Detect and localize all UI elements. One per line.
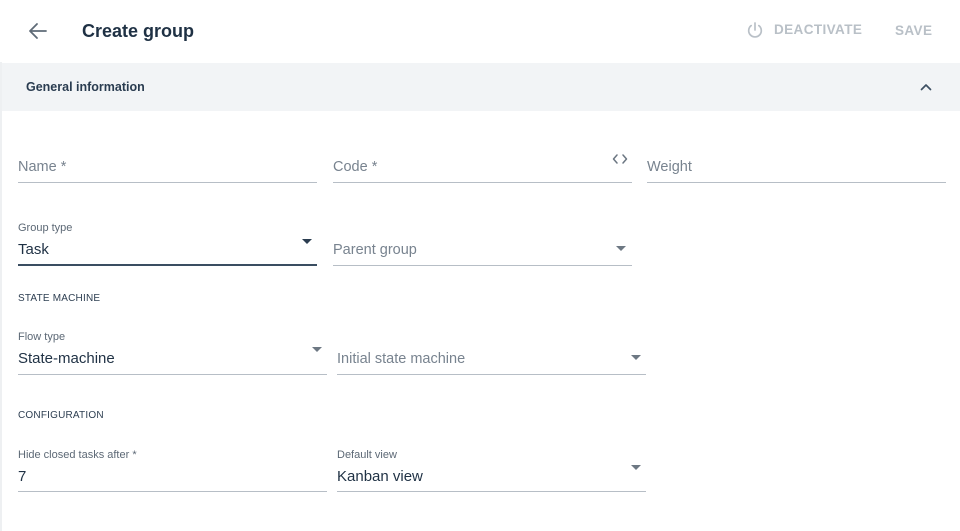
group-type-underline [18, 264, 317, 266]
chevron-down-icon [616, 246, 626, 251]
group-type-label: Group type [18, 222, 73, 234]
top-bar: Create group DEACTIVATE SAVE [0, 0, 960, 62]
arrow-left-icon [29, 23, 47, 39]
chevron-up-icon[interactable] [918, 79, 934, 95]
general-information-header[interactable]: General information [2, 63, 960, 111]
group-type-value: Task [18, 241, 49, 258]
code-underline [333, 182, 632, 183]
flow-type-underline [18, 374, 327, 375]
chevron-down-icon [312, 347, 322, 352]
code-placeholder: Code * [333, 159, 378, 175]
page-title: Create group [82, 21, 195, 41]
save-button[interactable]: SAVE [895, 23, 932, 39]
configuration-heading: CONFIGURATION [18, 410, 104, 421]
chevron-down-icon [302, 239, 312, 244]
hide-closed-tasks-value: 7 [18, 468, 27, 485]
default-view-value: Kanban view [337, 468, 423, 485]
chevron-down-icon [631, 355, 641, 360]
parent-group-placeholder: Parent group [333, 242, 417, 258]
parent-group-underline [333, 265, 632, 266]
initial-state-machine-underline [337, 374, 646, 375]
initial-state-machine-placeholder: Initial state machine [337, 351, 466, 367]
state-machine-heading: STATE MACHINE [18, 293, 101, 304]
default-view-underline [337, 491, 646, 492]
back-button[interactable] [26, 19, 50, 43]
weight-placeholder: Weight [647, 159, 692, 175]
power-icon [747, 22, 763, 38]
weight-underline [647, 182, 946, 183]
left-border [0, 62, 2, 531]
hide-closed-tasks-underline [18, 491, 327, 492]
chevron-down-icon [631, 465, 641, 470]
flow-type-value: State-machine [18, 350, 115, 367]
deactivate-button[interactable]: DEACTIVATE [746, 21, 862, 39]
deactivate-label: DEACTIVATE [774, 22, 863, 37]
code-brackets-icon[interactable] [612, 153, 628, 165]
name-underline [18, 182, 317, 183]
flow-type-label: Flow type [18, 331, 66, 343]
default-view-label: Default view [337, 449, 397, 461]
hide-closed-tasks-label: Hide closed tasks after * [18, 449, 137, 461]
section-title: General information [26, 80, 145, 94]
name-placeholder: Name * [18, 159, 67, 175]
